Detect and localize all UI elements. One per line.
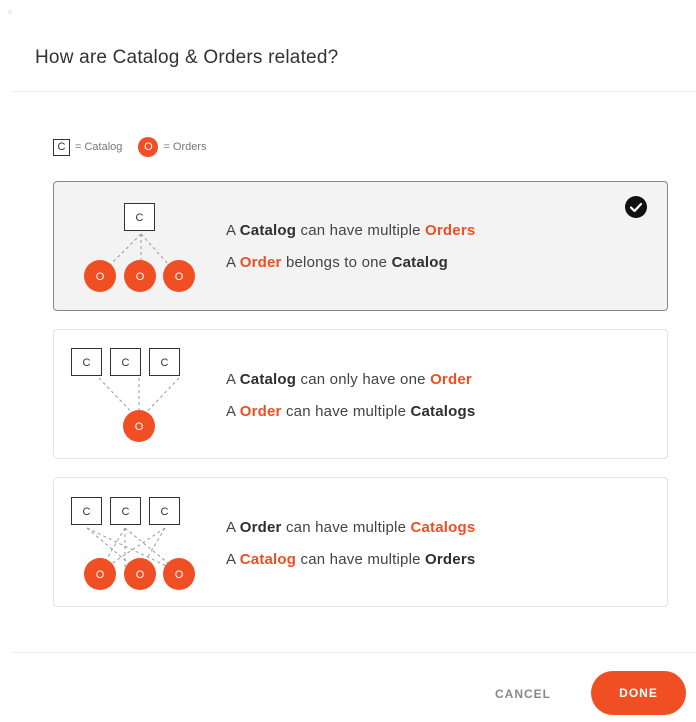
many-to-many-diagram-icon: C C C O O O bbox=[71, 497, 195, 590]
option-line-1: A Order can have multiple Catalogs bbox=[226, 519, 476, 536]
one-to-many-diagram-icon: C O O O bbox=[84, 203, 195, 292]
header-divider bbox=[12, 91, 696, 92]
legend: C = Catalog O = Orders bbox=[53, 137, 207, 157]
option-many-to-one[interactable]: C C C O A Catalog can only have one Orde… bbox=[53, 329, 668, 459]
svg-text:O: O bbox=[135, 421, 144, 433]
dialog-title: How are Catalog & Orders related? bbox=[35, 47, 339, 68]
svg-text:O: O bbox=[175, 569, 184, 581]
svg-text:C: C bbox=[136, 212, 144, 224]
option-description: A Catalog can only have one Order A Orde… bbox=[226, 364, 475, 428]
option-many-to-many[interactable]: C C C O O O A Order can have multiple Ca… bbox=[53, 477, 668, 607]
svg-text:C: C bbox=[161, 357, 169, 369]
svg-text:C: C bbox=[83, 357, 91, 369]
svg-text:O: O bbox=[175, 271, 184, 283]
svg-text:O: O bbox=[96, 271, 105, 283]
svg-text:C: C bbox=[122, 357, 130, 369]
cancel-button[interactable]: CANCEL bbox=[479, 680, 567, 708]
svg-text:C: C bbox=[83, 506, 91, 518]
option-one-to-many[interactable]: C O O O A Catalog can have multiple Orde… bbox=[53, 181, 668, 311]
option-description: A Catalog can have multiple Orders A Ord… bbox=[226, 215, 475, 279]
option-line-2: A Order belongs to one Catalog bbox=[226, 254, 448, 271]
option-line-2: A Catalog can have multiple Orders bbox=[226, 551, 476, 568]
many-to-one-diagram-icon: C C C O bbox=[71, 348, 180, 442]
legend-order-symbol: O bbox=[138, 137, 159, 157]
corner-artifact bbox=[8, 10, 12, 14]
done-button[interactable]: DONE bbox=[591, 671, 686, 715]
svg-text:C: C bbox=[122, 506, 130, 518]
legend-catalog-label: = Catalog bbox=[75, 141, 123, 153]
option-description: A Order can have multiple Catalogs A Cat… bbox=[226, 512, 475, 576]
legend-catalog-symbol: C bbox=[53, 138, 70, 156]
option-line-1: A Catalog can have multiple Orders bbox=[226, 222, 476, 239]
svg-text:O: O bbox=[96, 569, 105, 581]
legend-order-label: = Orders bbox=[163, 141, 207, 153]
footer-divider bbox=[12, 652, 696, 653]
option-line-1: A Catalog can only have one Order bbox=[226, 371, 472, 388]
svg-text:O: O bbox=[136, 569, 145, 581]
svg-text:O: O bbox=[136, 271, 145, 283]
check-circle-icon bbox=[625, 196, 647, 218]
svg-text:C: C bbox=[161, 506, 169, 518]
option-line-2: A Order can have multiple Catalogs bbox=[226, 403, 476, 420]
